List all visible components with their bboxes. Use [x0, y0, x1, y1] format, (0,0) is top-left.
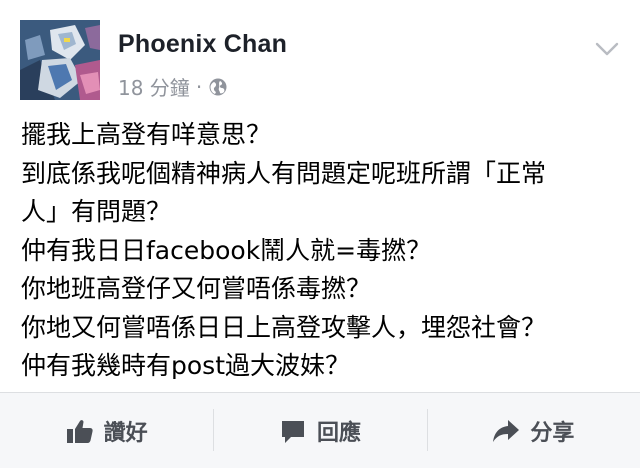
- share-label: 分享: [530, 421, 575, 446]
- post-text-line: 人」有問題？: [21, 197, 172, 226]
- post-timestamp[interactable]: 18 分鐘: [118, 72, 190, 101]
- action-bar: 讚好 回應 分享: [0, 392, 640, 468]
- share-icon: [492, 418, 520, 444]
- like-button[interactable]: 讚好: [0, 393, 213, 468]
- chevron-down-icon[interactable]: [594, 40, 620, 58]
- author-name[interactable]: Phoenix Chan: [118, 30, 287, 59]
- post-text-line: 擺我上高登有咩意思？: [21, 120, 272, 149]
- post-text-line: 到底係我呢個精神病人有問題定呢班所謂「正常: [21, 158, 547, 188]
- post-text-line: 仲有我日日facebook鬧人就=毒撚？: [21, 235, 432, 265]
- comment-icon: [279, 418, 307, 444]
- comment-label: 回應: [316, 421, 361, 446]
- meta-separator: ·: [195, 74, 203, 99]
- comment-button[interactable]: 回應: [213, 393, 426, 468]
- thumbs-up-icon: [66, 418, 94, 444]
- post-header: Phoenix Chan 18 分鐘 ·: [0, 0, 640, 110]
- avatar[interactable]: [20, 20, 100, 100]
- post-body: 擺我上高登有咩意思？ 到底係我呢個精神病人有問題定呢班所謂「正常 人」有問題？ …: [21, 116, 621, 386]
- facebook-post: Phoenix Chan 18 分鐘 · 擺我上高登有咩意思？ 到底係我呢個精神…: [0, 0, 640, 468]
- post-text-line: 仲有我幾時有post過大波妹？: [21, 351, 350, 380]
- avatar-image: [20, 20, 100, 100]
- globe-icon[interactable]: [208, 77, 228, 97]
- share-button[interactable]: 分享: [426, 393, 640, 468]
- like-label: 讚好: [103, 421, 148, 446]
- post-meta: 18 分鐘 ·: [118, 72, 228, 101]
- post-text-line: 你地又何嘗唔係日日上高登攻擊人，埋怨社會？: [21, 312, 547, 342]
- post-text-line: 你地班高登仔又何嘗唔係毒撚？: [21, 274, 372, 303]
